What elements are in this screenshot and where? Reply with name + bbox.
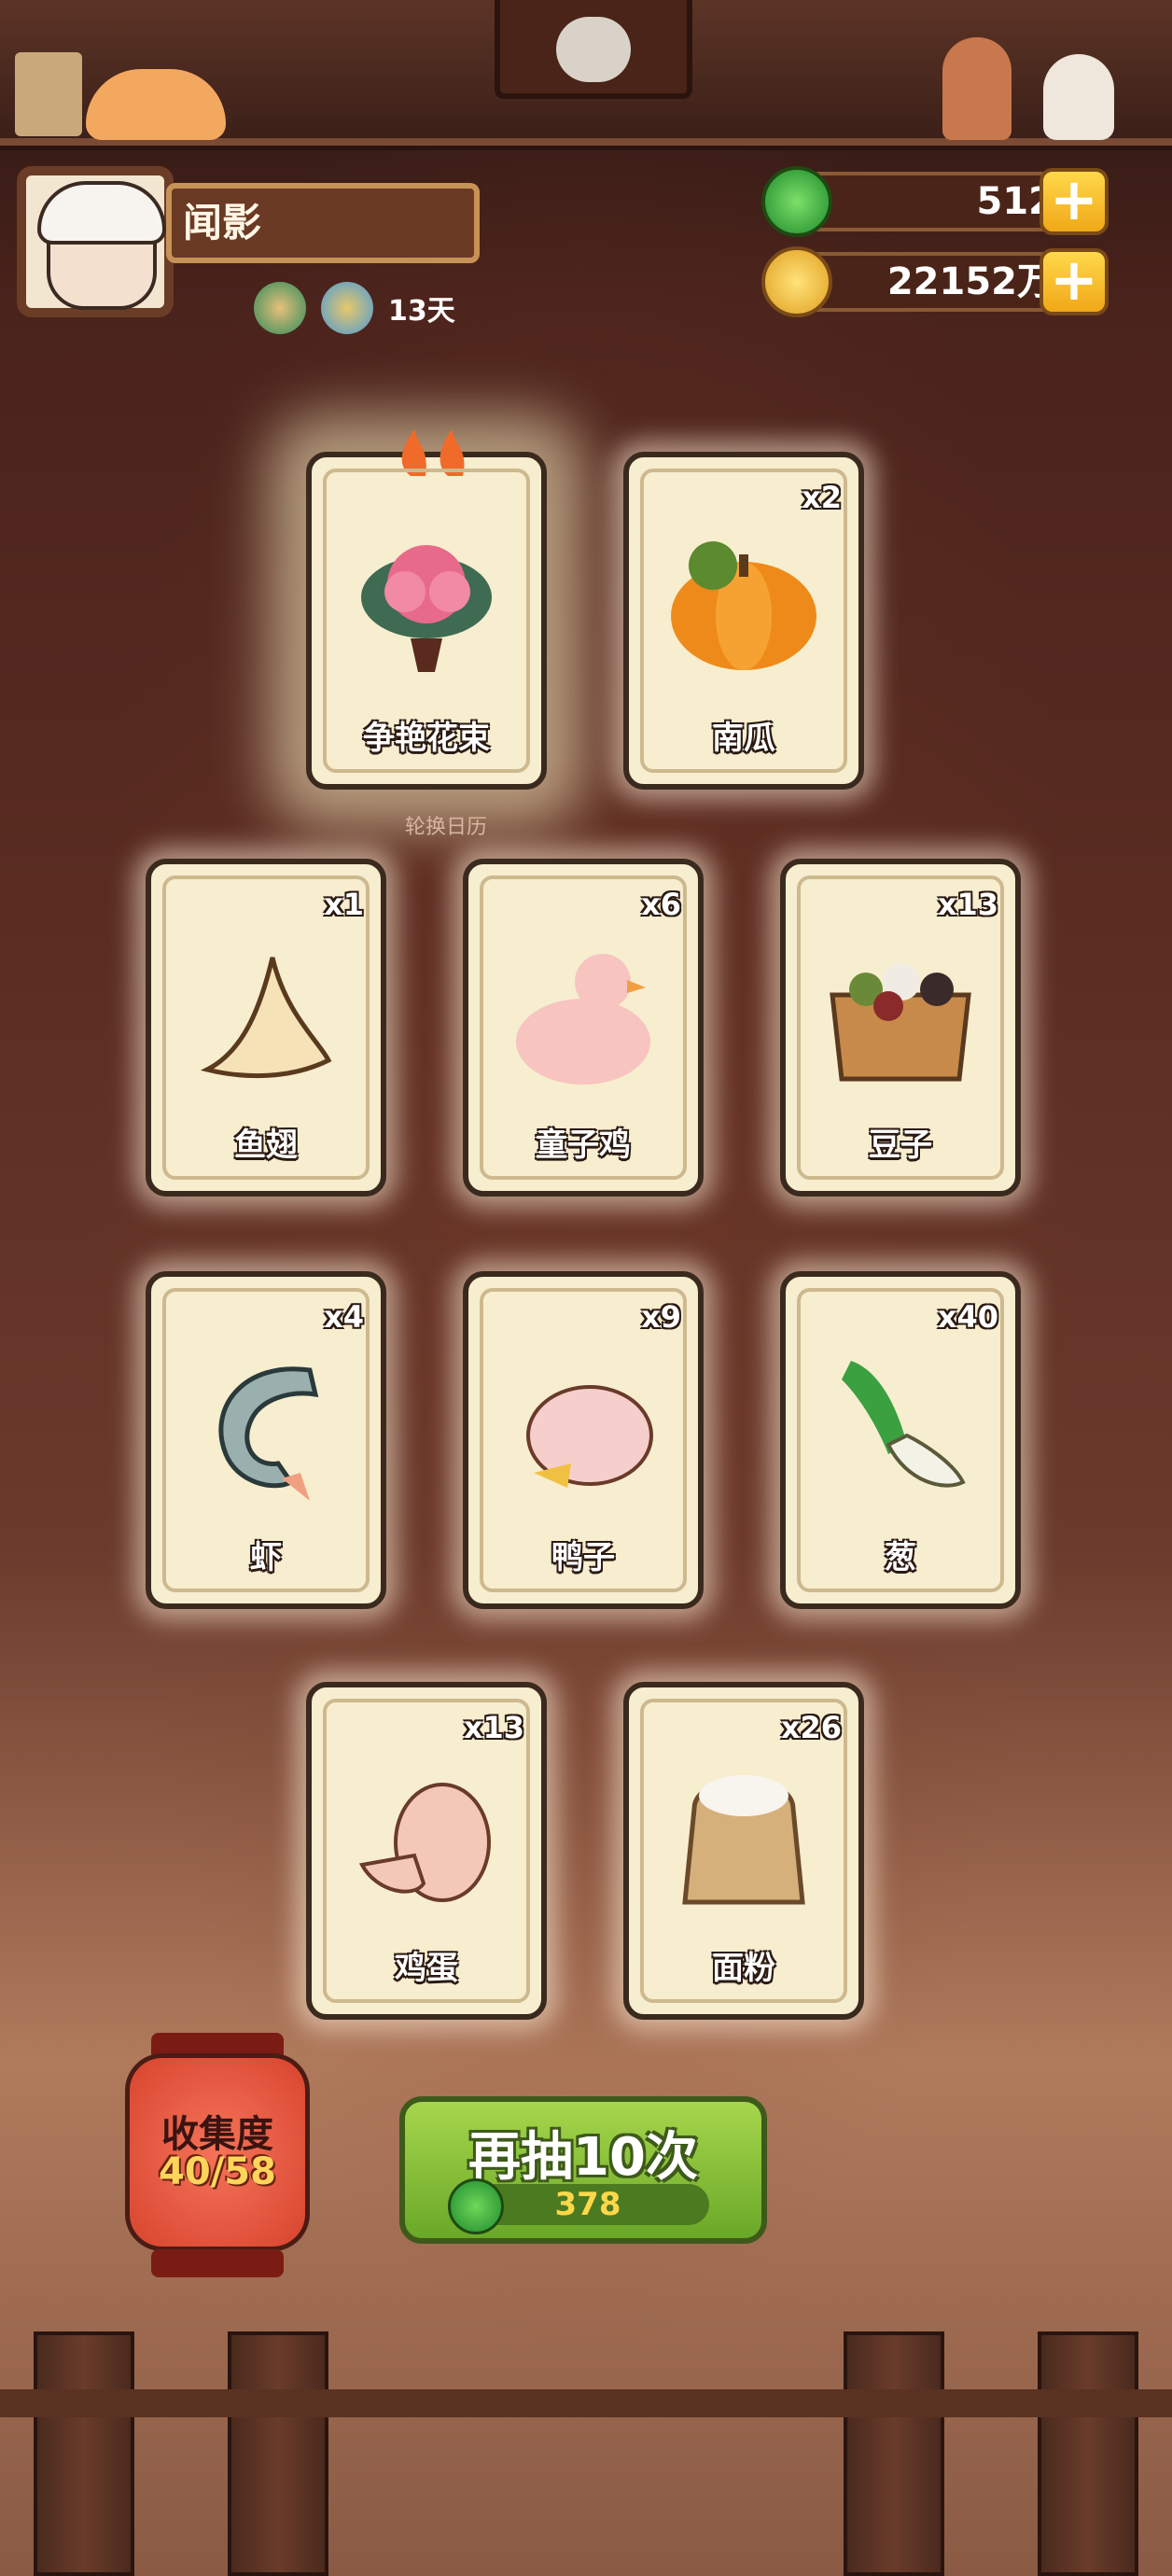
raccoon-portrait-icon: [556, 17, 631, 82]
pumpkin-icon: [671, 541, 816, 670]
railing-post: [1038, 2331, 1138, 2576]
card-label: 豆子: [869, 1127, 932, 1164]
railing: [0, 2389, 1172, 2417]
card-count: x40: [937, 1299, 998, 1335]
player-avatar[interactable]: [17, 166, 174, 317]
draw-again-button[interactable]: 再抽10次 378: [399, 2096, 767, 2244]
card-count: x13: [937, 887, 998, 922]
coin-currency: 22152万 +: [761, 246, 1116, 317]
shark-fin-icon: [200, 957, 332, 1079]
card-count: x9: [641, 1299, 681, 1335]
player-name: 闻影: [166, 183, 480, 263]
card-count: x13: [463, 1710, 524, 1745]
jade-currency: 512 +: [761, 166, 1116, 237]
card-count: x26: [780, 1710, 842, 1745]
card-duck[interactable]: x9 鸭子: [463, 1271, 704, 1609]
avatar-hat: [37, 181, 166, 245]
card-shrimp[interactable]: x4 虾: [146, 1271, 386, 1609]
shrimp-icon: [218, 1366, 319, 1501]
cat-doll-icon: [1043, 54, 1114, 140]
card-count: x4: [324, 1299, 364, 1335]
draw-cost-value: 378: [554, 2186, 621, 2223]
scallion-icon: [842, 1361, 966, 1488]
character-figure-icon: [942, 37, 1012, 140]
buff-book-icon[interactable]: [321, 282, 373, 334]
jade-amount: 512: [799, 172, 1079, 231]
hanging-scroll: [495, 0, 692, 99]
beans-box-icon: [830, 963, 971, 1082]
card-label: 童子鸡: [536, 1127, 631, 1164]
coin-icon: [761, 246, 832, 317]
buff-scroll-icon[interactable]: [254, 282, 306, 334]
card-label: 鱼翅: [234, 1127, 298, 1164]
draw-again-label: 再抽10次: [468, 2127, 698, 2188]
card-label: 葱: [885, 1539, 916, 1576]
card-pumpkin[interactable]: x2 南瓜: [623, 452, 864, 790]
egg-icon: [358, 1783, 491, 1902]
draw-cost: 378: [448, 2178, 709, 2234]
railing-post: [844, 2331, 944, 2576]
flour-sack-icon: [682, 1775, 805, 1905]
card-scallion[interactable]: x40 葱: [780, 1271, 1021, 1609]
card-label: 虾: [250, 1539, 282, 1576]
flower-bouquet-icon: [361, 545, 492, 672]
card-shark-fin[interactable]: x1 鱼翅: [146, 859, 386, 1197]
rotation-calendar-label[interactable]: 轮换日历: [405, 810, 487, 840]
card-count: x1: [324, 887, 364, 922]
card-chick[interactable]: x6 童子鸡: [463, 859, 704, 1197]
card-label: 南瓜: [712, 720, 775, 757]
card-label: 争艳花束: [363, 720, 490, 757]
chick-icon: [516, 954, 650, 1085]
add-jade-button[interactable]: +: [1039, 168, 1109, 235]
card-count: x2: [802, 480, 842, 515]
add-coins-button[interactable]: +: [1039, 248, 1109, 315]
card-egg[interactable]: x13 鸡蛋: [306, 1682, 547, 2020]
card-label: 鸭子: [551, 1539, 615, 1576]
collection-lantern[interactable]: 收集度 40/58: [121, 2033, 314, 2277]
card-label: 鸡蛋: [395, 1950, 458, 1987]
coin-amount: 22152万: [799, 252, 1079, 312]
lantern-foot: [151, 2249, 284, 2277]
railing-post: [34, 2331, 134, 2576]
duck-icon: [526, 1385, 653, 1488]
railing-post: [228, 2331, 328, 2576]
status-row: 13天: [254, 280, 455, 336]
collection-progress: 40/58: [159, 2150, 276, 2193]
card-label: 面粉: [712, 1950, 775, 1987]
scroll-frame-icon: [15, 52, 82, 136]
card-flour[interactable]: x26 面粉: [623, 1682, 864, 2020]
card-beans[interactable]: x13 豆子: [780, 859, 1021, 1197]
card-count: x6: [641, 887, 681, 922]
jade-icon: [761, 166, 832, 237]
days-count: 13天: [388, 295, 455, 328]
card-flower-bouquet[interactable]: 争艳花束: [306, 429, 547, 790]
